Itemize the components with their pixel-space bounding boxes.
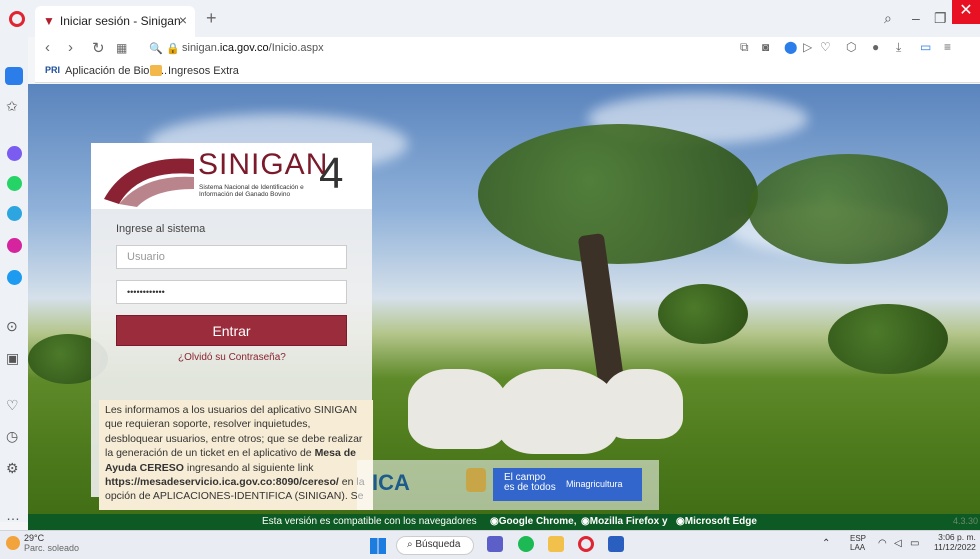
chrome-text: Google Chrome,: [498, 516, 577, 527]
download-icon[interactable]: ⤓: [896, 40, 901, 55]
file-explorer-icon[interactable]: [548, 536, 564, 552]
reload-icon[interactable]: ↻: [92, 39, 105, 57]
camera-icon[interactable]: ◙: [762, 40, 769, 54]
url-prefix: sinigan.: [182, 42, 220, 54]
chrome-label: ◉Google Chrome,: [490, 516, 577, 527]
back-icon[interactable]: ‹: [45, 39, 50, 56]
coat-of-arms-icon: [466, 468, 486, 492]
teams-icon[interactable]: [487, 536, 503, 552]
submit-button[interactable]: Entrar: [116, 315, 347, 346]
edge-label: ◉Microsoft Edge: [676, 516, 757, 527]
ica-logo: ICA: [372, 470, 410, 495]
version-label: 4.3.30: [953, 516, 979, 526]
restore-icon[interactable]: ❐: [934, 10, 947, 27]
sinigan-favicon-icon: ▼: [43, 14, 55, 28]
temp: 29°C: [24, 533, 45, 543]
wallet-icon[interactable]: ▣: [6, 350, 19, 367]
more-icon[interactable]: …: [6, 507, 20, 523]
forgot-password-link[interactable]: ¿Olvidó su Contraseña?: [178, 352, 286, 363]
footer-text: Esta versión es compatible con los naveg…: [262, 516, 477, 527]
gov-banner: El campo es de todos Minagricultura: [493, 468, 642, 501]
edge-text: Microsoft Edge: [684, 516, 757, 527]
taskbar-search[interactable]: ⌕ Búsqueda: [396, 536, 474, 555]
heart-icon[interactable]: ♡: [820, 40, 831, 54]
url-path: /Inicio.aspx: [268, 42, 324, 54]
password-input[interactable]: ••••••••••••: [116, 280, 347, 304]
telegram-icon[interactable]: [7, 206, 22, 221]
forward-icon[interactable]: ›: [68, 39, 73, 56]
search-tabs-icon[interactable]: ⌕: [884, 10, 892, 27]
close-tab-icon[interactable]: ×: [179, 12, 187, 28]
brand-title: SINIGAN: [198, 148, 329, 181]
minimize-icon[interactable]: –: [912, 10, 920, 26]
player-icon[interactable]: ⊙: [6, 318, 18, 335]
notice-text: ingresando al siguiente link: [183, 461, 314, 474]
weather-widget[interactable]: 29°C Parc. soleado: [24, 533, 79, 553]
spotify-icon[interactable]: [518, 536, 534, 552]
login-heading: Ingrese al sistema: [116, 223, 206, 235]
brand-number: 4: [319, 149, 344, 198]
wifi-icon[interactable]: ◠: [878, 538, 887, 549]
folder-icon: [150, 65, 162, 76]
firefox-label: ◉Mozilla Firefox y: [581, 516, 668, 527]
weather-icon[interactable]: [6, 536, 20, 550]
opera-taskbar-icon[interactable]: [578, 536, 594, 552]
brand-subtitle: Sistema Nacional de Identificación e Inf…: [199, 184, 304, 198]
date: 11/12/2022: [934, 542, 976, 552]
compatibility-footer: Esta versión es compatible con los naveg…: [28, 514, 980, 530]
messenger-icon[interactable]: [7, 146, 22, 161]
new-tab-button[interactable]: +: [206, 8, 217, 29]
chevron-up-icon[interactable]: ⌃: [822, 538, 830, 549]
tab-active[interactable]: ▼ Iniciar sesión - Sinigan ×: [35, 6, 195, 37]
battery-icon[interactable]: ▭: [910, 538, 919, 549]
profile-icon[interactable]: ●: [872, 40, 879, 54]
tab-title: Iniciar sesión - Sinigan: [59, 14, 181, 28]
firefox-text: Mozilla Firefox y: [589, 516, 668, 527]
battery-saver-icon[interactable]: ▭: [920, 40, 931, 54]
bookmarks-heart-icon[interactable]: ♡: [6, 397, 19, 414]
bio-icon: PRI: [45, 65, 61, 75]
extensions-icon[interactable]: ⬡: [846, 40, 856, 54]
bookmarks-bar: PRI Aplicación de Bioló... Ingresos Extr…: [35, 61, 980, 83]
ministry-label: Minagricultura: [566, 479, 623, 489]
whatsapp-icon[interactable]: [7, 176, 22, 191]
username-input[interactable]: Usuario: [116, 245, 347, 269]
time: 3:06 p. m.: [938, 532, 976, 542]
send-icon[interactable]: ▷: [803, 40, 812, 54]
privacy-icon[interactable]: 🔍: [149, 42, 163, 55]
speed-dial-icon[interactable]: ▦: [116, 41, 127, 55]
settings-icon[interactable]: ⚙: [6, 460, 19, 477]
search-label: Búsqueda: [415, 539, 461, 550]
vpn-icon[interactable]: ⬤: [784, 40, 797, 54]
lang2: LAA: [850, 543, 866, 552]
home-icon[interactable]: [5, 67, 23, 85]
easy-setup-icon[interactable]: ≡: [944, 40, 951, 54]
aria-icon[interactable]: ✩: [6, 98, 18, 115]
url-domain: ica.gov.co: [219, 42, 269, 54]
bookmark-item[interactable]: Ingresos Extra: [168, 65, 239, 77]
lock-icon: 🔒: [166, 43, 180, 55]
twitter-icon[interactable]: [7, 270, 22, 285]
snapshot-icon[interactable]: ⧉: [740, 40, 749, 55]
close-window-icon[interactable]: ✕: [952, 0, 980, 24]
sinigan-wave-icon: [104, 158, 194, 207]
gov-line2: es de todos: [504, 482, 556, 493]
word-icon[interactable]: [608, 536, 624, 552]
windows-start-icon[interactable]: [370, 538, 386, 554]
url-field[interactable]: sinigan.ica.gov.co/Inicio.aspx: [182, 42, 324, 54]
language-indicator[interactable]: ESP LAA: [850, 534, 866, 552]
history-icon[interactable]: ◷: [6, 428, 18, 445]
clock[interactable]: 3:06 p. m. 11/12/2022: [934, 532, 976, 552]
support-notice: Les informamos a los usuarios del aplica…: [99, 400, 373, 510]
volume-icon[interactable]: ◁: [894, 538, 902, 549]
instagram-icon[interactable]: [7, 238, 22, 253]
lang1: ESP: [850, 534, 867, 543]
opera-logo-icon[interactable]: [9, 11, 25, 27]
weather-desc: Parc. soleado: [24, 543, 80, 553]
notice-link[interactable]: https://mesadeservicio.ica.gov.co:8090/c…: [105, 476, 339, 488]
